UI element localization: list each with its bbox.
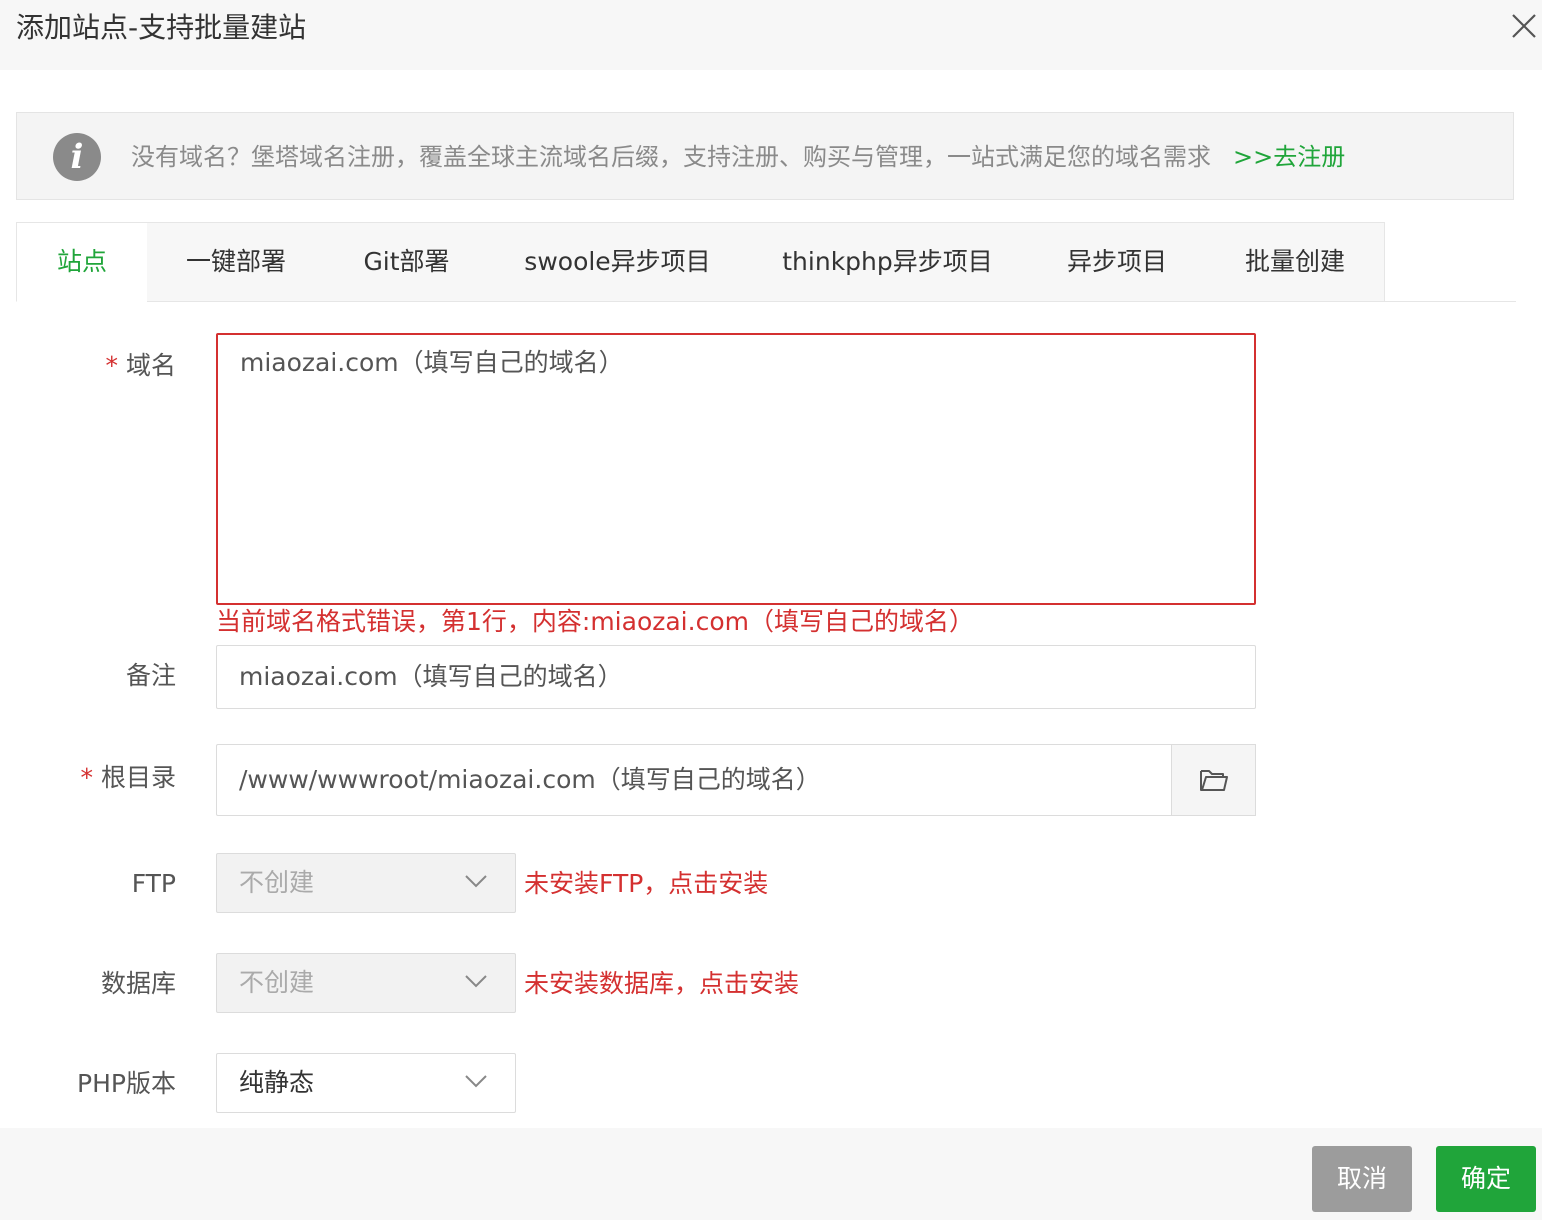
- dialog-footer: [0, 1128, 1542, 1220]
- dialog-title: 添加站点-支持批量建站: [16, 11, 307, 44]
- close-icon[interactable]: [1508, 10, 1540, 42]
- domain-error-message: 当前域名格式错误，第1行，内容:miaozai.com（填写自己的域名）: [216, 607, 974, 636]
- folder-picker-button[interactable]: [1171, 744, 1256, 816]
- tab-batch-create[interactable]: 批量创建: [1206, 222, 1385, 302]
- folder-icon: [1200, 770, 1228, 791]
- database-install-link[interactable]: 未安装数据库，点击安装: [524, 968, 799, 1000]
- remark-value: miaozai.com（填写自己的域名）: [239, 662, 623, 691]
- root-dir-label: * 根目录: [80, 763, 176, 792]
- domain-textarea[interactable]: miaozai.com（填写自己的域名）: [216, 333, 1256, 605]
- site-type-tabs: 站点 一键部署 Git部署 swoole异步项目 thinkphp异步项目 异步…: [16, 222, 1516, 302]
- php-version-select[interactable]: 纯静态: [216, 1053, 516, 1113]
- confirm-button[interactable]: 确定: [1436, 1146, 1536, 1212]
- tab-thinkphp[interactable]: thinkphp异步项目: [747, 222, 1029, 302]
- tab-one-click-deploy[interactable]: 一键部署: [147, 222, 326, 302]
- tab-site[interactable]: 站点: [16, 222, 148, 302]
- ftp-install-link[interactable]: 未安装FTP，点击安装: [524, 868, 768, 900]
- remark-label: 备注: [125, 661, 176, 690]
- domain-register-notice: i 没有域名？堡塔域名注册，覆盖全球主流域名后缀，支持注册、购买与管理，一站式满…: [16, 112, 1514, 200]
- tab-git-deploy[interactable]: Git部署: [325, 222, 489, 302]
- ftp-select-value: 不创建: [239, 868, 315, 897]
- ftp-select[interactable]: 不创建: [216, 853, 516, 913]
- tab-async-project[interactable]: 异步项目: [1028, 222, 1207, 302]
- cancel-button[interactable]: 取消: [1312, 1146, 1412, 1212]
- ftp-label: FTP: [131, 869, 176, 898]
- notice-text: 没有域名？堡塔域名注册，覆盖全球主流域名后缀，支持注册、购买与管理，一站式满足您…: [131, 143, 1211, 171]
- database-label: 数据库: [100, 969, 176, 998]
- register-link[interactable]: >>去注册: [1233, 141, 1345, 173]
- domain-label: * 域名: [105, 351, 176, 380]
- php-version-label: PHP版本: [77, 1069, 176, 1098]
- root-dir-value: /www/wwwroot/miaozai.com（填写自己的域名）: [239, 765, 821, 794]
- remark-input[interactable]: miaozai.com（填写自己的域名）: [216, 645, 1256, 709]
- chevron-down-icon: [465, 875, 487, 888]
- dialog-header: 添加站点-支持批量建站: [0, 0, 1542, 70]
- info-icon: i: [53, 133, 101, 181]
- required-mark: *: [105, 351, 118, 380]
- required-mark: *: [80, 763, 93, 792]
- domain-value: miaozai.com（填写自己的域名）: [240, 348, 624, 377]
- chevron-down-icon: [465, 1075, 487, 1088]
- database-select[interactable]: 不创建: [216, 953, 516, 1013]
- root-dir-input[interactable]: /www/wwwroot/miaozai.com（填写自己的域名）: [216, 744, 1172, 816]
- chevron-down-icon: [465, 975, 487, 988]
- tab-swoole[interactable]: swoole异步项目: [488, 222, 748, 302]
- php-version-value: 纯静态: [239, 1068, 315, 1097]
- database-select-value: 不创建: [239, 968, 315, 997]
